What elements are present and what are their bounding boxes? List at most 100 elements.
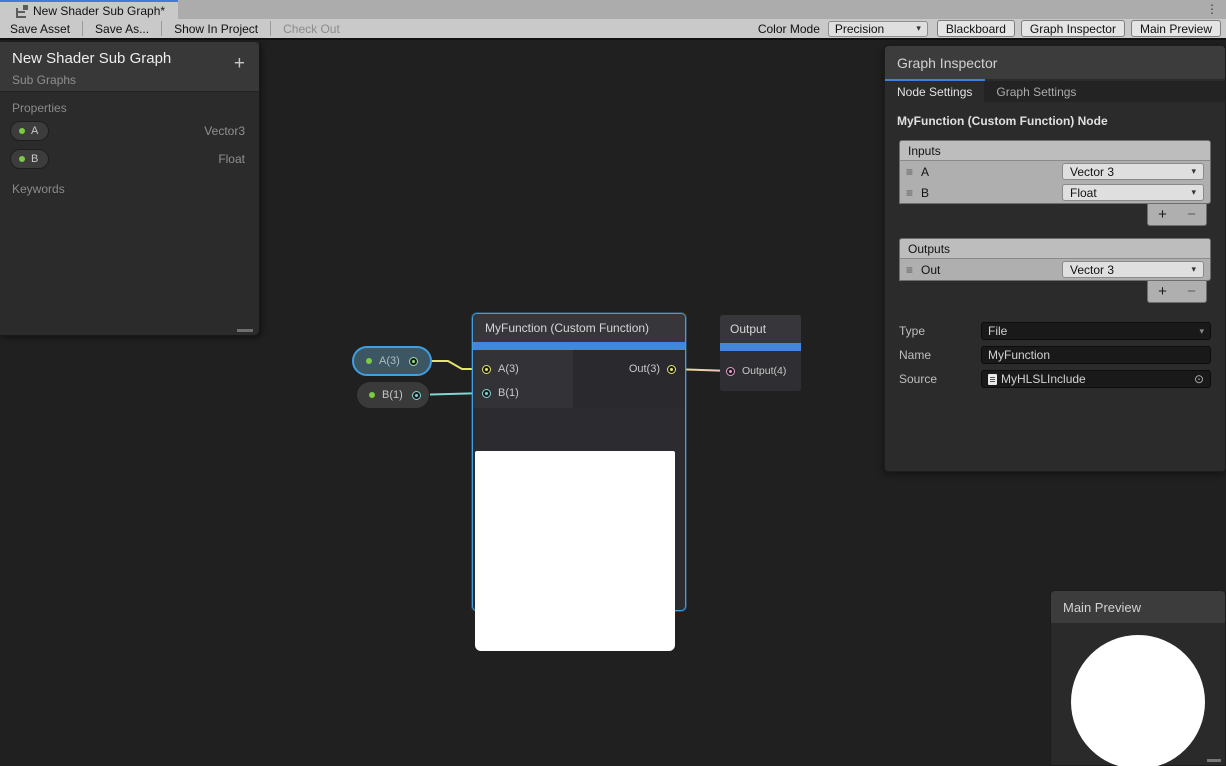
type-dropdown-field[interactable]: File ▾ [981, 322, 1211, 340]
drag-handle-icon[interactable]: ≡ [906, 263, 913, 277]
node-ports-area: Output(4) [720, 351, 801, 383]
show-in-project-button[interactable]: Show In Project [164, 19, 268, 38]
output-ports-column: Out(3) [573, 350, 685, 408]
list-row-input-a[interactable]: ≡ A Vector 3 ▾ [900, 161, 1210, 182]
outputs-list: Outputs ≡ Out Vector 3 ▾ + − [899, 238, 1211, 281]
name-input[interactable]: MyFunction [981, 346, 1211, 364]
save-as-button[interactable]: Save As... [85, 19, 159, 38]
type-dropdown[interactable]: Vector 3 ▾ [1062, 163, 1204, 180]
unity-shader-graph-window: New Shader Sub Graph* ⋮ Save Asset Save … [0, 0, 1226, 766]
property-name: B [31, 153, 38, 165]
preview-sphere[interactable] [1071, 635, 1205, 766]
output-port-icon[interactable] [412, 391, 421, 400]
input-ports-column: A(3) B(1) [473, 350, 573, 408]
exposed-dot-icon [19, 156, 25, 162]
toolbar-separator [161, 21, 162, 36]
input-port-row-output[interactable]: Output(4) [720, 359, 801, 383]
chevron-down-icon: ▾ [1199, 326, 1204, 337]
tab-title: New Shader Sub Graph* [33, 4, 165, 18]
property-pill-a[interactable]: A [10, 121, 49, 141]
subgraph-output-node[interactable]: Output Output(4) [720, 315, 801, 391]
tab-graph-settings[interactable]: Graph Settings [984, 81, 1088, 102]
node-ports-area: A(3) B(1) Out(3) [473, 350, 685, 408]
input-port-row-b[interactable]: B(1) [473, 381, 573, 405]
row-name: B [921, 186, 1054, 200]
list-row-output-out[interactable]: ≡ Out Vector 3 ▾ [900, 259, 1210, 280]
toolbar-right-group: Color Mode Precision ▾ Blackboard Graph … [750, 19, 1226, 38]
add-property-button[interactable]: + [234, 54, 245, 73]
property-node-a[interactable]: A(3) [352, 346, 432, 376]
port-label: Output(4) [742, 365, 786, 377]
exposed-dot-icon [19, 128, 25, 134]
property-node-b[interactable]: B(1) [356, 381, 430, 409]
toolbar-separator [82, 21, 83, 36]
source-object-field[interactable]: MyHLSLInclude ⊙ [981, 370, 1211, 388]
property-row-b[interactable]: B Float [0, 145, 259, 173]
selected-node-header: MyFunction (Custom Function) Node [885, 102, 1225, 134]
preview-resize-handle[interactable] [1207, 759, 1221, 762]
input-port-icon[interactable] [726, 367, 735, 376]
output-port-icon[interactable] [409, 357, 418, 366]
type-value: Float [1070, 186, 1097, 200]
property-name: A [31, 125, 38, 137]
graph-inspector-toggle-button[interactable]: Graph Inspector [1021, 20, 1125, 37]
property-row-a[interactable]: A Vector3 [0, 117, 259, 145]
drag-handle-icon[interactable]: ≡ [906, 165, 913, 179]
custom-function-node[interactable]: MyFunction (Custom Function) A(3) B(1) O… [472, 313, 686, 611]
input-port-row-a[interactable]: A(3) [473, 357, 573, 381]
blackboard-resize-handle[interactable] [237, 329, 253, 332]
object-picker-icon[interactable]: ⊙ [1194, 372, 1204, 386]
save-asset-button[interactable]: Save Asset [0, 19, 80, 38]
keywords-section-label: Keywords [0, 173, 259, 198]
chevron-down-icon: ▾ [1191, 264, 1196, 275]
exposed-dot-icon [369, 392, 375, 398]
drag-handle-icon[interactable]: ≡ [906, 186, 913, 200]
blackboard-title: New Shader Sub Graph [12, 50, 247, 67]
blackboard-panel: New Shader Sub Graph Sub Graphs + Proper… [0, 42, 260, 336]
blackboard-header: New Shader Sub Graph Sub Graphs + [0, 42, 259, 92]
port-label: A(3) [498, 363, 519, 375]
tab-node-settings[interactable]: Node Settings [885, 81, 984, 102]
property-type: Float [218, 152, 245, 166]
inputs-list: Inputs ≡ A Vector 3 ▾ ≡ B Float [899, 140, 1211, 204]
shader-subgraph-icon [16, 5, 28, 17]
blackboard-toggle-button[interactable]: Blackboard [937, 20, 1015, 37]
inspector-tabs: Node Settings Graph Settings [885, 81, 1225, 102]
input-port-icon[interactable] [482, 365, 491, 374]
type-field-row: Type File ▾ [885, 319, 1225, 343]
main-preview-toggle-button[interactable]: Main Preview [1131, 20, 1221, 37]
exposed-dot-icon [366, 358, 372, 364]
script-asset-icon [988, 374, 997, 385]
name-value: MyFunction [988, 348, 1050, 362]
graph-inspector-panel: Graph Inspector Node Settings Graph Sett… [884, 45, 1226, 472]
color-mode-dropdown[interactable]: Precision ▾ [828, 21, 928, 37]
toolbar-separator [270, 21, 271, 36]
graph-toolbar: Save Asset Save As... Show In Project Ch… [0, 19, 1226, 40]
blackboard-subtitle: Sub Graphs [12, 73, 247, 87]
output-port-icon[interactable] [667, 365, 676, 374]
add-input-button[interactable]: + [1158, 206, 1167, 223]
properties-section-label: Properties [0, 92, 259, 117]
graph-canvas[interactable]: New Shader Sub Graph Sub Graphs + Proper… [0, 42, 1226, 766]
output-port-row-out[interactable]: Out(3) [573, 357, 685, 381]
node-title[interactable]: MyFunction (Custom Function) [473, 314, 685, 342]
source-value: MyHLSLInclude [1001, 372, 1086, 386]
property-pill-b[interactable]: B [10, 149, 49, 169]
tab-shader-sub-graph[interactable]: New Shader Sub Graph* [0, 0, 178, 19]
list-row-input-b[interactable]: ≡ B Float ▾ [900, 182, 1210, 203]
add-output-button[interactable]: + [1158, 283, 1167, 300]
inputs-list-footer: + − [1147, 204, 1207, 226]
toolbar-left-group: Save Asset Save As... Show In Project Ch… [0, 19, 350, 38]
source-label: Source [899, 372, 981, 386]
remove-output-button[interactable]: − [1187, 283, 1196, 300]
input-port-icon[interactable] [482, 389, 491, 398]
node-title[interactable]: Output [720, 315, 801, 343]
type-dropdown[interactable]: Vector 3 ▾ [1062, 261, 1204, 278]
remove-input-button[interactable]: − [1187, 206, 1196, 223]
inspector-title[interactable]: Graph Inspector [885, 46, 1225, 79]
outputs-list-box: Outputs ≡ Out Vector 3 ▾ [899, 238, 1211, 281]
main-preview-title[interactable]: Main Preview [1051, 591, 1225, 623]
type-dropdown[interactable]: Float ▾ [1062, 184, 1204, 201]
name-label: Name [899, 348, 981, 362]
more-options-icon[interactable]: ⋮ [1206, 1, 1218, 17]
